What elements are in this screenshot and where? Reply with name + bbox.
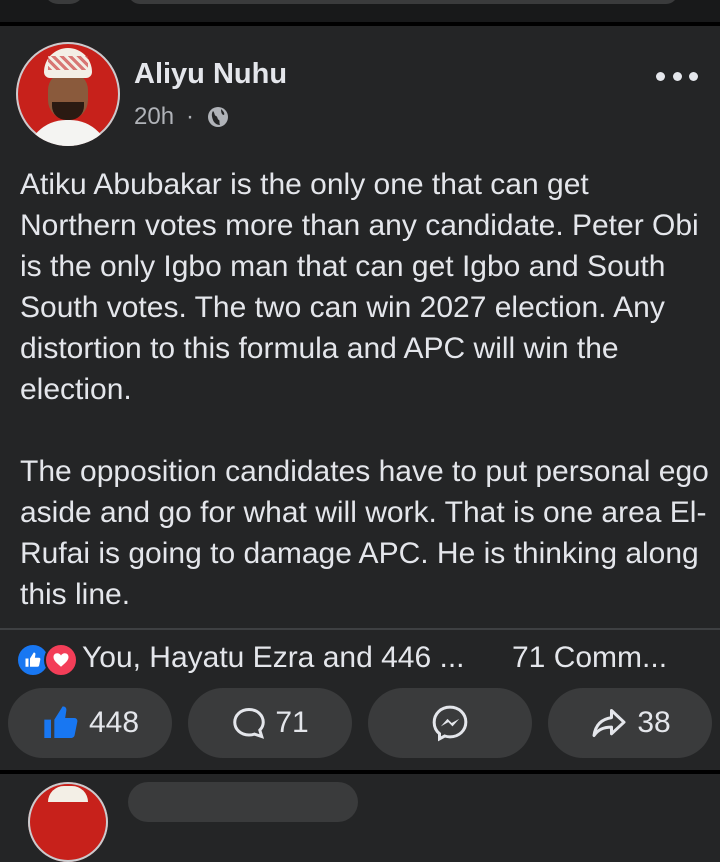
previous-post-footer: [0, 0, 720, 22]
next-post-avatar[interactable]: [28, 782, 108, 862]
like-button[interactable]: 448: [8, 688, 172, 758]
share-icon: [592, 709, 626, 737]
author-name[interactable]: Aliyu Nuhu: [134, 58, 287, 91]
messenger-icon: [432, 705, 468, 742]
reactions-summary[interactable]: You, Hayatu Ezra and 446 ...: [16, 638, 465, 678]
post-time[interactable]: 20h: [134, 103, 174, 131]
send-messenger-button[interactable]: [368, 688, 532, 758]
post-text: Atiku Abubakar is the only one that can …: [20, 164, 710, 656]
post-header: Aliyu Nuhu 20h ·: [0, 30, 720, 150]
author-avatar[interactable]: [16, 42, 120, 146]
reaction-icons: [16, 641, 80, 677]
meta-separator: ·: [186, 103, 195, 130]
more-options-icon[interactable]: [656, 68, 698, 84]
reactions-separator: [0, 628, 720, 630]
previous-avatar[interactable]: [44, 0, 84, 4]
share-button[interactable]: 38: [548, 688, 712, 758]
comments-count[interactable]: 71 Comm...: [512, 638, 667, 678]
share-count: 38: [637, 706, 671, 739]
post-meta: 20h ·: [134, 102, 230, 132]
previous-comment-box[interactable]: [128, 0, 678, 4]
like-count: 448: [88, 706, 140, 739]
post-paragraph-2: The opposition candidates have to put pe…: [20, 455, 709, 611]
post-divider: [0, 770, 720, 774]
post-divider: [0, 22, 720, 26]
like-icon: [44, 706, 78, 738]
globe-icon: [208, 107, 229, 127]
reactions-text[interactable]: You, Hayatu Ezra and 446 ...: [82, 641, 465, 675]
post-paragraph-1: Atiku Abubakar is the only one that can …: [20, 168, 699, 406]
comment-button[interactable]: 71: [188, 688, 352, 758]
next-post-name[interactable]: [128, 782, 358, 822]
comment-count: 71: [275, 706, 309, 739]
love-icon: [44, 643, 78, 677]
comment-icon: [233, 707, 266, 739]
